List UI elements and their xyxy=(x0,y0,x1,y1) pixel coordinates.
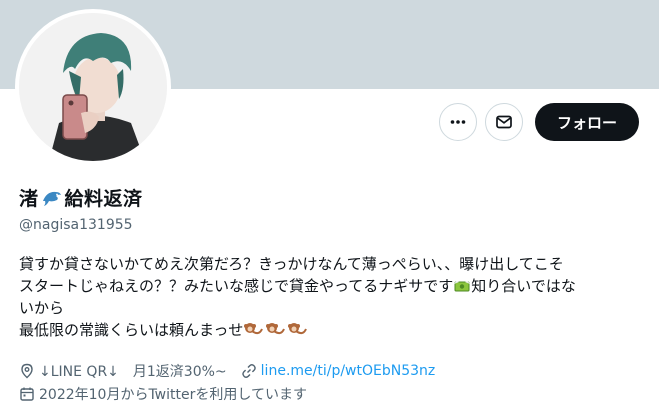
profile-meta: ↓LINE QR↓ 月1返済30%~ line.me/ti/p/wtOEbN53… xyxy=(19,361,435,381)
bio-line: 最低限の常識くらいは頼んまっせ xyxy=(19,319,639,341)
follow-button[interactable]: フォロー xyxy=(534,103,639,141)
location-item: ↓LINE QR↓ 月1返済30%~ xyxy=(19,361,227,381)
joined-row: 2022年10月からTwitterを利用しています xyxy=(19,384,307,404)
display-name-suffix: 給料返済 xyxy=(64,188,143,210)
dolphin-icon xyxy=(42,191,61,206)
url-item: line.me/ti/p/wtOEbN53nz xyxy=(241,363,436,379)
bio-text: 知り合いではな xyxy=(471,277,576,295)
joined-item: 2022年10月からTwitterを利用しています xyxy=(19,384,307,404)
avatar[interactable] xyxy=(19,13,167,161)
monkey-emoji-group xyxy=(243,321,309,339)
profile-actions: フォロー xyxy=(438,103,639,141)
profile-link[interactable]: line.me/ti/p/wtOEbN53nz xyxy=(261,363,436,379)
bio-line: スタートじゃねえの？？みたいな感じで貸金やってるナギサです 知り合いではな xyxy=(19,275,639,297)
bio-line: 貸すか貸さないかてめえ次第だろ？きっかけなんて薄っぺらい、、曝け出してこそ xyxy=(19,255,564,273)
display-name: 渚 xyxy=(19,188,39,210)
location-text: ↓LINE QR↓ 月1返済30%~ xyxy=(39,364,227,380)
message-button[interactable] xyxy=(484,103,523,141)
location-icon xyxy=(21,363,33,379)
display-name-row: 渚 給料返済 xyxy=(19,184,143,211)
bio-text: 最低限の常識くらいは頼んまっせ xyxy=(19,321,244,339)
monkey-icon xyxy=(244,323,308,335)
avatar-illustration xyxy=(19,13,167,161)
more-icon xyxy=(450,120,466,124)
handle: @nagisa131955 xyxy=(19,217,133,233)
more-button[interactable] xyxy=(438,103,477,141)
follow-label: フォロー xyxy=(556,113,617,132)
link-icon xyxy=(241,364,256,378)
money-with-wings-icon xyxy=(454,281,471,292)
calendar-icon xyxy=(20,387,34,401)
message-icon xyxy=(496,115,512,129)
bio: 貸すか貸さないかてめえ次第だろ？きっかけなんて薄っぺらい、、曝け出してこそ スタ… xyxy=(19,253,639,341)
joined-text: 2022年10月からTwitterを利用しています xyxy=(39,387,307,403)
bio-line: いから xyxy=(19,299,65,317)
bio-text: スタートじゃねえの？？みたいな感じで貸金やってるナギサです xyxy=(19,277,454,295)
